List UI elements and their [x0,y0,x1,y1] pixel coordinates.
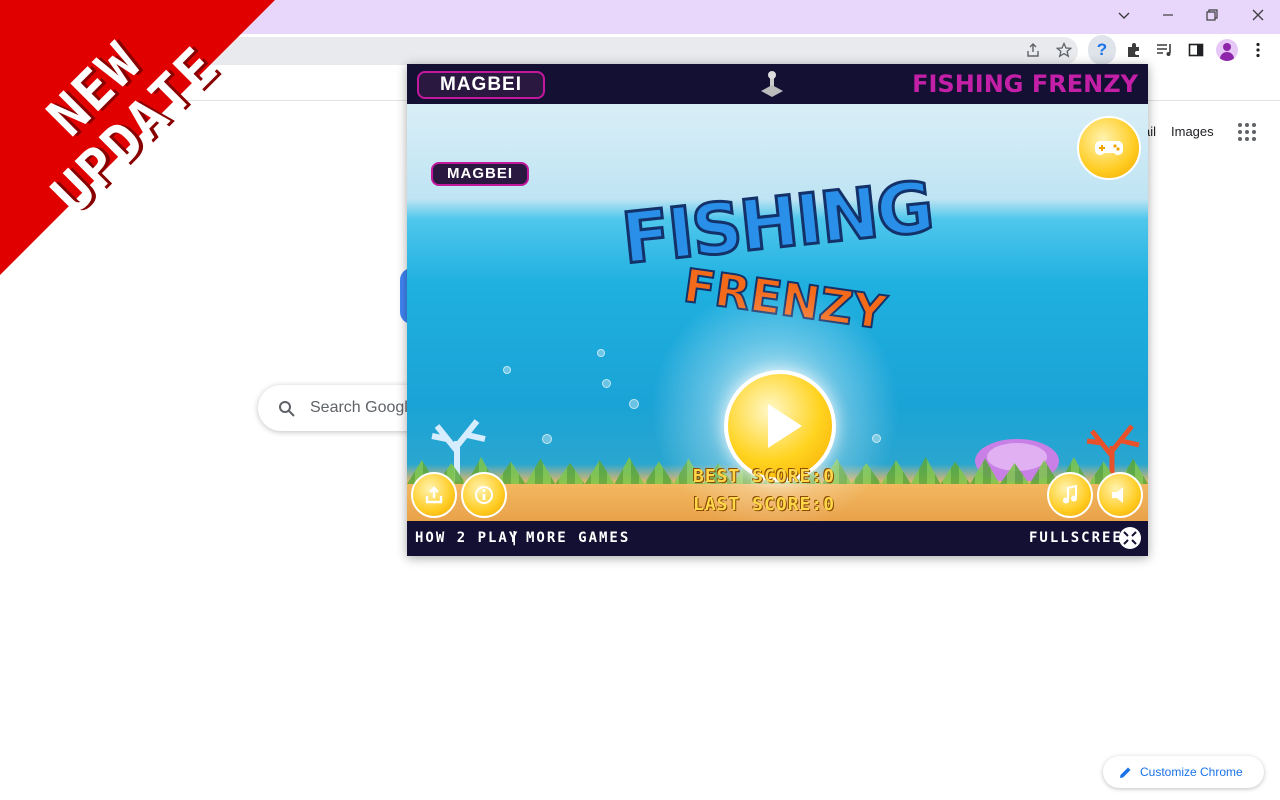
game-logo-fishing: FISHING [617,164,938,281]
bubble [602,379,611,388]
help-extension-icon[interactable]: ? [1088,35,1116,65]
game-magbei-badge: MAGBEI [431,162,529,186]
apps-grid-icon[interactable] [1238,123,1256,141]
fullscreen-icon[interactable] [1119,527,1141,549]
customize-chrome-button[interactable]: Customize Chrome [1103,756,1264,788]
info-icon[interactable] [461,472,507,518]
star-icon[interactable] [1050,35,1078,65]
share-game-icon[interactable] [411,472,457,518]
extension-popup: MAGBEI FISHING FRENZY MAGBEI FISHING FRE… [407,64,1148,556]
sound-icon[interactable] [1097,472,1143,518]
game-canvas[interactable]: MAGBEI FISHING FRENZY BEST SCORE:0 LAST … [407,104,1148,521]
how-to-play-link[interactable]: HOW 2 PLAY [415,530,519,546]
bubble [629,399,639,409]
minimize-icon[interactable] [1146,0,1190,30]
extensions-puzzle-icon[interactable] [1120,35,1148,65]
magbei-logo[interactable]: MAGBEI [417,71,545,99]
joystick-icon [759,71,785,104]
share-icon[interactable] [1019,35,1047,65]
search-icon [279,401,295,417]
bubble [503,366,511,374]
gamepad-icon[interactable] [1077,116,1141,180]
search-placeholder: Search Google [310,399,417,416]
pencil-icon [1120,767,1131,778]
profile-icon[interactable] [1213,35,1241,65]
kebab-menu-icon[interactable] [1244,35,1272,65]
bubble [542,434,552,444]
best-score: BEST SCORE:0 [693,466,836,487]
last-score: LAST SCORE:0 [693,494,836,515]
fullscreen-link[interactable]: FULLSCREEN [1029,530,1133,546]
images-link[interactable]: Images [1171,124,1214,139]
restore-icon[interactable] [1190,0,1234,30]
music-icon[interactable] [1047,472,1093,518]
play-icon [768,404,802,448]
side-panel-icon[interactable] [1182,35,1210,65]
footer-separator: | [510,530,521,546]
close-icon[interactable] [1236,0,1280,30]
popup-header: MAGBEI FISHING FRENZY [407,64,1148,104]
customize-chrome-label: Customize Chrome [1140,765,1243,779]
popup-footer: HOW 2 PLAY | MORE GAMES FULLSCREEN [407,521,1148,556]
bubble [597,349,605,357]
more-games-link[interactable]: MORE GAMES [526,530,630,546]
chevron-down-icon[interactable] [1102,0,1146,30]
reading-list-icon[interactable] [1151,35,1179,65]
header-game-title: FISHING FRENZY [912,70,1138,98]
